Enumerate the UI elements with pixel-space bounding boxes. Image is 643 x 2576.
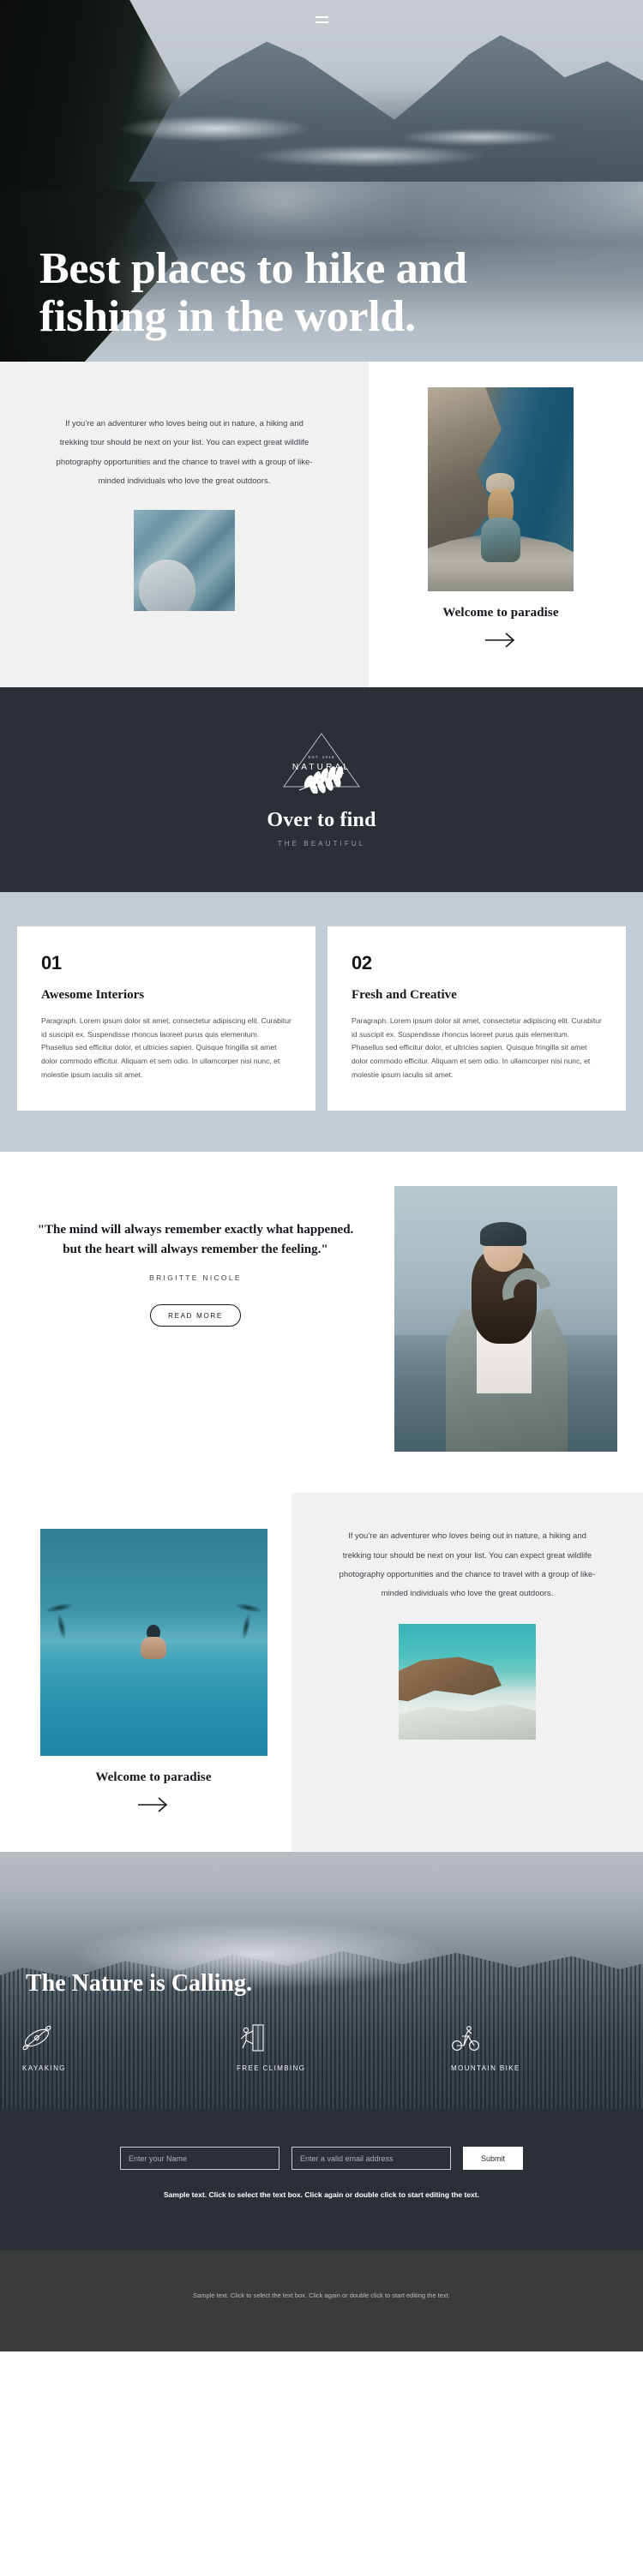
- pool-panel: Welcome to paradise: [0, 1493, 291, 1853]
- subscribe-form: Submit: [0, 2147, 643, 2171]
- bicycle-icon: [452, 2026, 479, 2052]
- subscribe-section: Submit Sample text. Click to select the …: [0, 2109, 643, 2251]
- card-title: Awesome Interiors: [41, 988, 145, 1002]
- activity-label: MOUNTAIN BIKE: [451, 2064, 520, 2073]
- nature-section: The Nature is Calling. KAYAKING FREE CLI…: [0, 1852, 643, 2110]
- footer-note: Sample text. Click to select the text bo…: [193, 2291, 450, 2300]
- card-title: Fresh and Creative: [352, 988, 457, 1002]
- nature-title: The Nature is Calling.: [26, 1970, 252, 1998]
- activity-item-free-climbing[interactable]: FREE CLIMBING: [214, 2023, 429, 2072]
- woman-beach-photo: [394, 1186, 617, 1453]
- intro-paragraph: If you’re an adventurer who loves being …: [56, 419, 313, 486]
- cliff-woman-photo: [428, 387, 574, 591]
- brand-subtitle: THE BEAUTIFUL: [277, 840, 366, 848]
- brand-title: Over to find: [267, 809, 376, 831]
- page-title: Best places to hike and fishing in the w…: [39, 243, 467, 341]
- paradise-second-section: Welcome to paradise If you’re an adventu…: [0, 1493, 643, 1853]
- quote-text-panel: "The mind will always remember exactly w…: [0, 1186, 394, 1452]
- footer-section: Sample text. Click to select the text bo…: [0, 2250, 643, 2352]
- infinity-pool-photo: [39, 1529, 267, 1757]
- seated-woman-figure: [478, 473, 524, 567]
- card-number: 01: [41, 952, 62, 973]
- feature-card: 01 Awesome Interiors Paragraph. Lorem ip…: [17, 926, 315, 1111]
- kayak-icon: [22, 2025, 51, 2051]
- hero-fog-overlay: [111, 103, 557, 197]
- swimmer-shoulders: [141, 1636, 166, 1659]
- palm-tree-left: [39, 1597, 86, 1650]
- quote-photo-panel: [394, 1186, 643, 1453]
- palm-tree-right: [221, 1597, 267, 1650]
- hero-section: Best places to hike and fishing in the w…: [0, 0, 643, 362]
- natural-logo: EST. 2018 NATURAL: [270, 727, 373, 795]
- paradise-paragraph: If you’re an adventurer who loves being …: [339, 1531, 596, 1599]
- activity-label: FREE CLIMBING: [237, 2064, 306, 2073]
- logo-est-text: EST. 2018: [308, 755, 334, 759]
- rock-texture-photo: [134, 510, 235, 612]
- paradise-caption-2: Welcome to paradise: [95, 1770, 212, 1785]
- subscribe-note: Sample text. Click to select the text bo…: [164, 2190, 479, 2200]
- activity-label: KAYAKING: [22, 2064, 66, 2073]
- card-text: Paragraph. Lorem ipsum dolor sit amet, c…: [41, 1016, 291, 1079]
- activities-list: KAYAKING FREE CLIMBING MOUNTAIN BIKE: [0, 2023, 643, 2072]
- paradise-caption: Welcome to paradise: [442, 606, 559, 620]
- intro-text-panel: If you’re an adventurer who loves being …: [0, 362, 369, 687]
- activity-item-kayaking[interactable]: KAYAKING: [0, 2023, 214, 2072]
- activity-item-mountain-bike[interactable]: MOUNTAIN BIKE: [429, 2023, 643, 2072]
- card-number: 02: [352, 952, 372, 973]
- feature-card: 02 Fresh and Creative Paragraph. Lorem i…: [328, 926, 626, 1111]
- logo-graphic: EST. 2018 NATURAL: [283, 733, 360, 795]
- read-more-button[interactable]: READ MORE: [150, 1303, 241, 1327]
- menu-bar-1: [315, 16, 328, 18]
- paradise-text-panel: If you’re an adventurer who loves being …: [291, 1493, 643, 1853]
- body-shape: [481, 518, 520, 562]
- landing-page: Best places to hike and fishing in the w…: [0, 0, 643, 2352]
- quote-author: BRIGITTE NICOLE: [149, 1273, 242, 1282]
- hamburger-menu-icon[interactable]: [309, 9, 334, 31]
- rocky-coast-photo: [399, 1624, 536, 1740]
- email-input[interactable]: [291, 2147, 451, 2171]
- menu-bar-2: [315, 21, 328, 23]
- card-text: Paragraph. Lorem ipsum dolor sit amet, c…: [352, 1016, 602, 1079]
- paradise-panel: Welcome to paradise: [369, 362, 643, 687]
- brand-section: EST. 2018 NATURAL Over to find THE BEAUT…: [0, 687, 643, 892]
- intro-section: If you’re an adventurer who loves being …: [0, 362, 643, 687]
- arrow-right-icon[interactable]: [136, 1795, 171, 1814]
- quote-text: "The mind will always remember exactly w…: [37, 1223, 354, 1257]
- arrow-right-icon[interactable]: [484, 631, 518, 650]
- features-section: 01 Awesome Interiors Paragraph. Lorem ip…: [0, 892, 643, 1153]
- beanie-shape: [480, 1222, 526, 1247]
- quote-section: "The mind will always remember exactly w…: [0, 1152, 643, 1494]
- swimmer-figure: [139, 1624, 168, 1664]
- climber-icon: [240, 2024, 264, 2052]
- submit-button[interactable]: Submit: [463, 2147, 523, 2171]
- name-input[interactable]: [120, 2147, 279, 2171]
